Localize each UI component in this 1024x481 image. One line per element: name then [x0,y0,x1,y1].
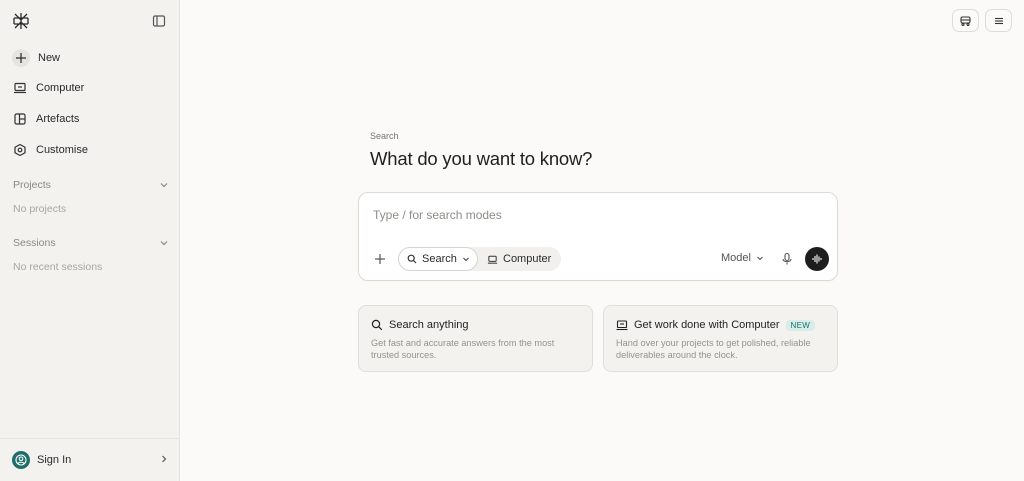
logo-icon[interactable] [12,12,30,30]
sessions-title: Sessions [13,237,56,249]
laptop-icon [487,255,498,264]
plus-icon [12,49,30,67]
card-title-text: Search anything [389,319,469,331]
laptop-icon [616,320,628,331]
page-title: What do you want to know? [370,148,593,169]
settings-hex-icon [12,142,28,158]
mode-selector: Search Computer [398,247,561,271]
sidebar-item-computer[interactable]: Computer [12,77,84,99]
chevron-down-icon [160,241,168,246]
sidebar-item-label: Customise [36,144,88,156]
mode-search-button[interactable]: Search [398,247,478,271]
attach-plus-icon[interactable] [373,252,387,266]
chevron-down-icon [462,257,469,262]
search-icon [407,254,417,264]
sidebar: New Computer Artefacts Customise Project… [0,0,180,481]
model-selector[interactable]: Model [721,252,764,264]
user-icon [12,451,30,469]
sidebar-item-label: Computer [36,82,85,94]
new-badge: NEW [785,319,816,331]
voice-mode-button[interactable] [805,247,829,271]
mode-search-label: Search [422,253,457,265]
projects-title: Projects [13,179,51,191]
query-box: Search Computer Model [358,192,838,281]
search-icon [371,319,383,331]
car-icon [960,16,971,27]
sidebar-item-label: Artefacts [36,113,80,125]
new-label: New [38,52,61,64]
sidebar-item-customise[interactable]: Customise [12,139,88,161]
artefacts-icon [12,111,28,127]
chevron-down-icon [160,183,168,188]
laptop-icon [12,80,28,96]
sessions-empty: No recent sessions [13,261,103,273]
menu-icon [994,17,1003,24]
sign-in-label: Sign In [37,454,72,466]
sidebar-toggle-icon[interactable] [152,14,166,28]
sidebar-item-artefacts[interactable]: Artefacts [12,108,79,130]
sign-in-button[interactable]: Sign In [12,451,71,469]
card-search-anything[interactable]: Search anything Get fast and accurate an… [358,305,593,372]
card-title-text: Get work done with Computer [634,319,780,331]
card-description: Hand over your projects to get polished,… [616,338,811,360]
search-input[interactable] [373,205,813,225]
app-button[interactable] [952,9,979,32]
projects-header[interactable]: Projects [13,179,169,191]
new-button[interactable]: New [12,47,60,69]
signin-bar: Sign In [0,438,180,481]
section-label: Search [370,131,399,141]
mode-computer-label: Computer [503,253,552,265]
sessions-header[interactable]: Sessions [13,237,169,249]
waveform-icon [812,254,822,264]
chevron-right-icon[interactable] [160,454,168,464]
projects-empty: No projects [13,203,67,215]
card-title: Search anything [371,319,469,331]
menu-button[interactable] [985,9,1012,32]
card-title: Get work done with Computer NEW [616,319,816,331]
mic-icon[interactable] [781,252,793,266]
model-label: Model [721,252,751,264]
card-description: Get fast and accurate answers from the m… [371,338,555,360]
card-computer[interactable]: Get work done with Computer NEW Hand ove… [603,305,838,372]
chevron-down-icon [757,256,763,261]
mode-computer-button[interactable]: Computer [478,247,551,271]
